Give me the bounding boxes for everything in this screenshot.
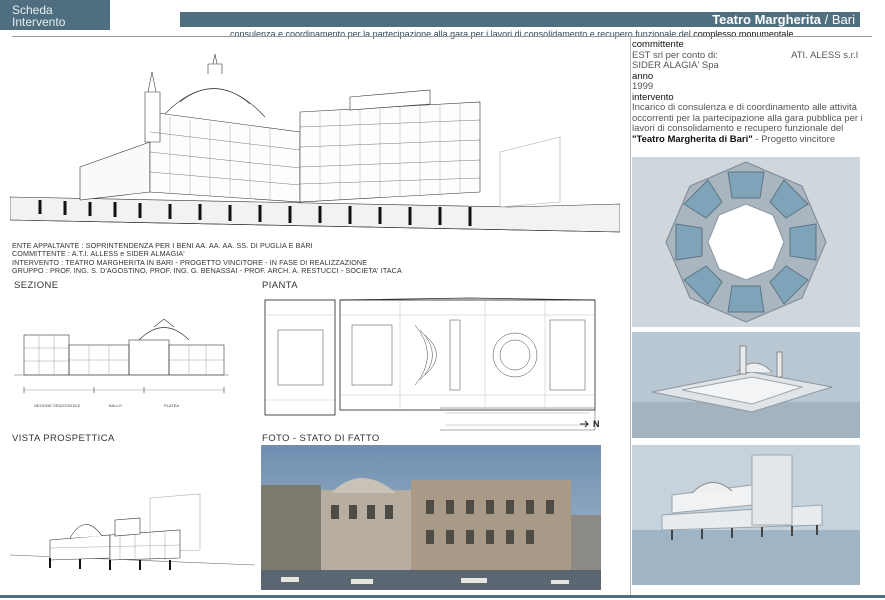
section-drawing: SEZIONE ORIZZONTALE BALLO PLATEA xyxy=(14,318,229,408)
credit-gruppo: GRUPPO : PROF. ING. S. D'AGOSTINO, PROF.… xyxy=(12,266,402,276)
bottom-divider xyxy=(0,595,885,598)
header-divider xyxy=(12,36,872,37)
section-caption-b: BALLO xyxy=(109,403,122,408)
committente-second: SIDER ALAGIA' Spa xyxy=(632,60,719,71)
north-arrow-icon xyxy=(580,420,589,428)
render-sea-view xyxy=(632,445,860,585)
plan-drawing: N xyxy=(264,297,600,431)
photo-current-state xyxy=(261,445,601,590)
logo-text-intervento: Intervento xyxy=(12,15,66,29)
intervento-text: Incarico di consulenza e di coordinament… xyxy=(632,102,863,134)
project-credits: ENTE APPALTANTE : SOPRINTENDENZA PER I B… xyxy=(12,241,612,276)
committente-ati: ATI. ALESS s.r.l xyxy=(791,49,858,61)
anno-value: 1999 xyxy=(632,81,654,92)
north-arrow-label: N xyxy=(593,419,600,429)
anno-label: anno xyxy=(632,70,654,82)
render-aerial-view xyxy=(632,332,860,438)
page-title: Teatro Margherita / Bari xyxy=(712,12,855,27)
render-dome-top xyxy=(632,157,860,327)
perspective-view-drawing xyxy=(10,493,255,570)
panel-divider xyxy=(630,36,631,596)
section-label-vista: VISTA PROSPETTICA xyxy=(12,433,115,444)
main-elevation-drawing xyxy=(10,53,620,233)
section-caption-a: SEZIONE ORIZZONTALE xyxy=(34,403,81,408)
committente-label: committente xyxy=(632,39,684,50)
section-caption-c: PLATEA xyxy=(164,403,179,408)
section-label-sezione: SEZIONE xyxy=(14,280,59,291)
page-subtitle: consulenza e coordinamento per la partec… xyxy=(230,29,794,39)
project-info: committente EST srl per conto di: ATI. A… xyxy=(632,39,872,145)
project-name-line: "Teatro Margherita di Bari" - Progetto v… xyxy=(632,133,836,145)
